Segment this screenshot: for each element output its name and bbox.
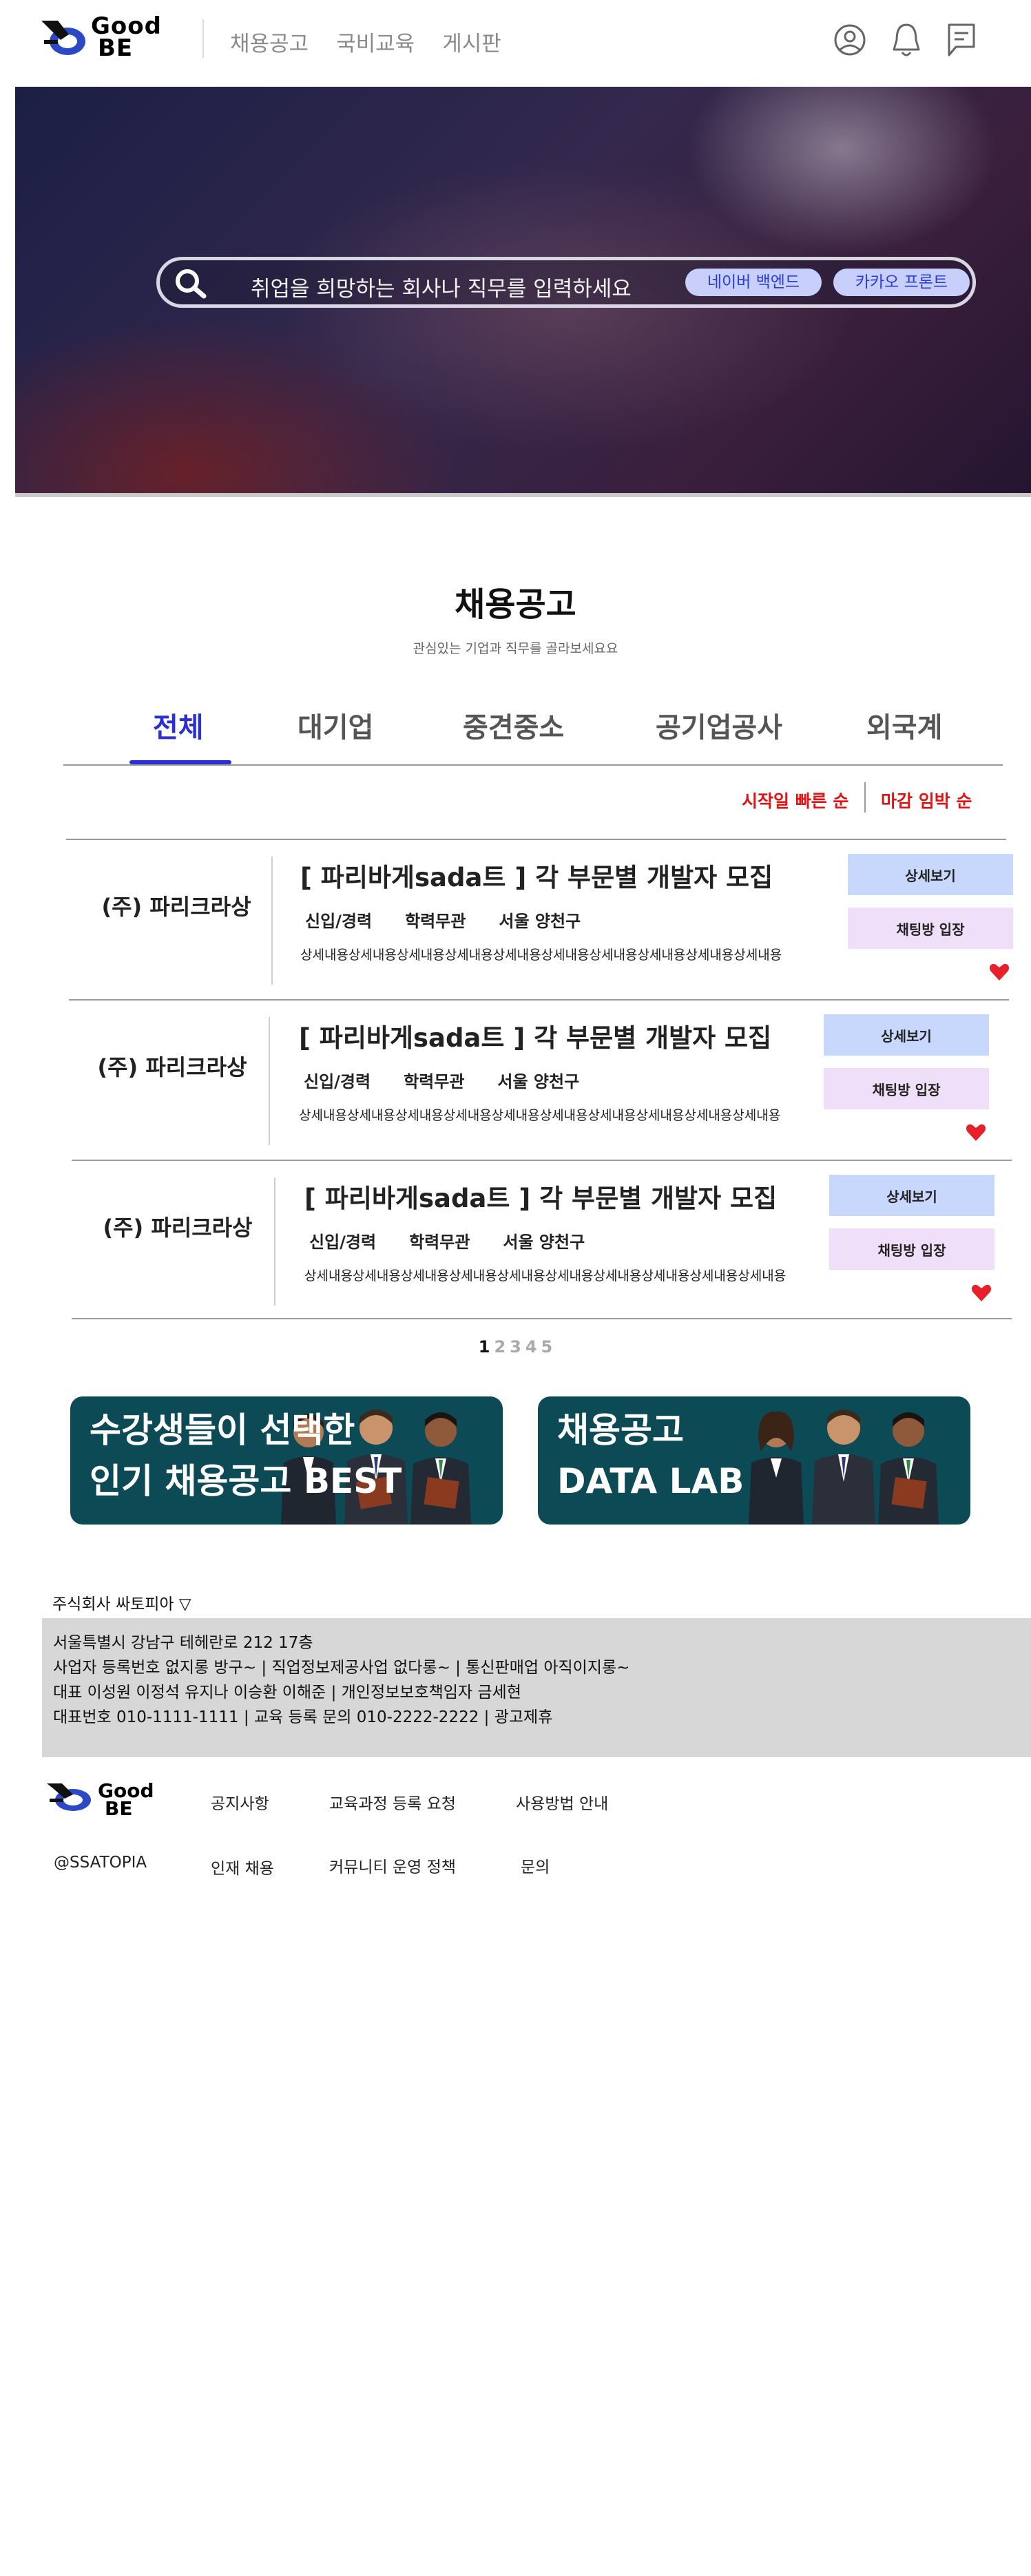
bell-icon[interactable] [888, 21, 924, 59]
banner-datalab-text: 채용공고 DATA LAB [557, 1410, 744, 1501]
footer-link-inquiry[interactable]: 문의 [521, 1854, 550, 1877]
profile-icon[interactable] [832, 21, 868, 59]
company-info-toggle[interactable]: 주식회사 싸토피아 ▽ [52, 1591, 191, 1614]
tab-public[interactable]: 공기업공사 [656, 705, 782, 745]
heart-icon[interactable] [966, 1123, 986, 1142]
main-nav: 채용공고 국비교육 게시판 [230, 26, 501, 57]
job-title[interactable]: [ 파리바게sada트 ] 각 부문별 개발자 모집 [299, 1017, 771, 1054]
footer-logo-text: Good BE [98, 1779, 154, 1820]
header-divider [202, 19, 204, 58]
detail-button[interactable]: 상세보기 [829, 1175, 994, 1216]
job-description: 상세내용상세내용상세내용상세내용상세내용상세내용상세내용상세내용상세내용상세내용 [304, 1268, 787, 1284]
job-description: 상세내용상세내용상세내용상세내용상세내용상세내용상세내용상세내용상세내용상세내용 [300, 947, 782, 963]
message-icon[interactable] [944, 21, 979, 59]
footer-link-notice[interactable]: 공지사항 [211, 1790, 269, 1814]
tab-foreign[interactable]: 외국계 [866, 705, 942, 745]
page-link-1[interactable]: 1 [479, 1337, 490, 1357]
tag-career: 신입/경력 [309, 1233, 377, 1252]
nav-item-board[interactable]: 게시판 [442, 26, 501, 57]
company-info-box: 서울특별시 강남구 테헤란로 212 17층 사업자 등록번호 없지롱 방구~ … [42, 1618, 1031, 1757]
tag-education: 학력무관 [404, 1072, 465, 1091]
tab-all[interactable]: 전체 [153, 705, 204, 745]
sort-start-date[interactable]: 시작일 빠른 순 [742, 788, 848, 813]
tag-location: 서울 양천구 [497, 1072, 580, 1091]
tag-location: 서울 양천구 [499, 912, 581, 931]
footer-link-course-request[interactable]: 교육과정 등록 요청 [329, 1790, 456, 1814]
footer-link-guide[interactable]: 사용방법 안내 [516, 1790, 608, 1814]
nav-item-jobs[interactable]: 채용공고 [230, 26, 309, 57]
sort-divider [864, 782, 866, 813]
chat-enter-button[interactable]: 채팅방 입장 [829, 1228, 994, 1270]
search-icon[interactable] [172, 266, 211, 302]
logo-mark-icon [47, 1783, 91, 1811]
tag-career: 신입/경력 [305, 912, 373, 931]
sort-deadline[interactable]: 마감 임박 순 [881, 788, 972, 813]
active-tab-indicator [129, 760, 231, 764]
tag-location: 서울 양천구 [503, 1233, 585, 1252]
company-name: (주) 파리크라상 [101, 894, 251, 920]
card-divider [274, 1177, 275, 1306]
banner-data-lab[interactable]: 채용공고 DATA LAB [538, 1396, 970, 1525]
hero-banner: 취업을 희망하는 회사나 직무를 입력하세요 네이버 백엔드 카카오 프론트 [15, 87, 1031, 497]
footer-link-careers[interactable]: 인재 채용 [211, 1855, 274, 1878]
chat-enter-button[interactable]: 채팅방 입장 [848, 908, 1013, 949]
tag-career: 신입/경력 [304, 1072, 371, 1091]
heart-icon[interactable] [971, 1284, 992, 1303]
info-contact: 대표번호 010-1111-1111 | 교육 등록 문의 010-2222-2… [53, 1708, 553, 1726]
job-description: 상세내용상세내용상세내용상세내용상세내용상세내용상세내용상세내용상세내용상세내용 [299, 1108, 781, 1123]
pagination: 12345 [0, 1337, 1031, 1357]
tag-education: 학력무관 [409, 1233, 470, 1252]
banner-best-text: 수강생들이 선택한 인기 채용공고 BEST [90, 1410, 402, 1501]
section-subtitle: 관심있는 기업과 직무를 골라보세요요 [413, 641, 618, 656]
section-title: 채용공고 [455, 585, 576, 624]
tab-large-company[interactable]: 대기업 [298, 705, 373, 745]
category-tabs: 전체 대기업 중견중소 공기업공사 외국계 [63, 702, 1003, 766]
job-tags: 신입/경력 학력무관 서울 양천구 [304, 1068, 579, 1092]
detail-button[interactable]: 상세보기 [848, 854, 1013, 895]
card-divider [271, 857, 273, 985]
job-card[interactable]: (주) 파리크라상 [ 파리바게sada트 ] 각 부문별 개발자 모집 신입/… [72, 1160, 1012, 1319]
detail-button[interactable]: 상세보기 [824, 1014, 989, 1056]
page-link-5[interactable]: 5 [541, 1337, 553, 1357]
job-title[interactable]: [ 파리바게sada트 ] 각 부문별 개발자 모집 [300, 857, 773, 894]
chat-enter-button[interactable]: 채팅방 입장 [824, 1068, 989, 1109]
top-header: Good BE 채용공고 국비교육 게시판 [0, 0, 1031, 80]
job-tags: 신입/경력 학력무관 서울 양천구 [305, 908, 581, 932]
job-card[interactable]: (주) 파리크라상 [ 파리바게sada트 ] 각 부문별 개발자 모집 신입/… [66, 839, 1013, 998]
page-link-3[interactable]: 3 [510, 1337, 521, 1357]
search-chip-kakao-front[interactable]: 카카오 프론트 [833, 269, 970, 296]
search-input[interactable]: 취업을 희망하는 회사나 직무를 입력하세요 [251, 271, 632, 302]
job-card[interactable]: (주) 파리크라상 [ 파리바게sada트 ] 각 부문별 개발자 모집 신입/… [69, 999, 1009, 1159]
job-title[interactable]: [ 파리바게sada트 ] 각 부문별 개발자 모집 [304, 1177, 777, 1215]
tab-mid-small[interactable]: 중견중소 [463, 705, 564, 745]
business-people-illustration [749, 1410, 939, 1525]
footer-link-community-policy[interactable]: 커뮤니티 운영 정책 [329, 1854, 456, 1877]
page-link-2[interactable]: 2 [494, 1337, 506, 1357]
info-representatives: 대표 이성원 이정석 유지나 이승환 이해준 | 개인정보보호책임자 금세현 [53, 1684, 521, 1701]
logo[interactable]: Good BE [40, 12, 185, 63]
info-business: 사업자 등록번호 없지롱 방구~ | 직업정보제공사업 없다롱~ | 통신판매업… [53, 1659, 630, 1677]
company-name: (주) 파리크라상 [103, 1215, 253, 1241]
footer-logo[interactable]: Good BE [45, 1779, 183, 1820]
search-bar[interactable]: 취업을 희망하는 회사나 직무를 입력하세요 네이버 백엔드 카카오 프론트 [156, 257, 976, 308]
info-address: 서울특별시 강남구 테헤란로 212 17층 [53, 1634, 313, 1652]
banner-best-jobs[interactable]: 수강생들이 선택한 인기 채용공고 BEST [70, 1396, 503, 1525]
nav-item-education[interactable]: 국비교육 [336, 26, 415, 57]
page-link-4[interactable]: 4 [525, 1337, 537, 1357]
tag-education: 학력무관 [405, 912, 466, 931]
logo-text: Good BE [91, 12, 162, 62]
footer-handle: @SSATOPIA [54, 1854, 147, 1872]
search-chip-naver-backend[interactable]: 네이버 백엔드 [685, 269, 822, 296]
logo-mark-icon [41, 21, 85, 55]
company-name: (주) 파리크라상 [97, 1054, 247, 1080]
heart-icon[interactable] [989, 963, 1010, 982]
job-tags: 신입/경력 학력무관 서울 양천구 [309, 1228, 585, 1253]
card-divider [269, 1017, 270, 1145]
